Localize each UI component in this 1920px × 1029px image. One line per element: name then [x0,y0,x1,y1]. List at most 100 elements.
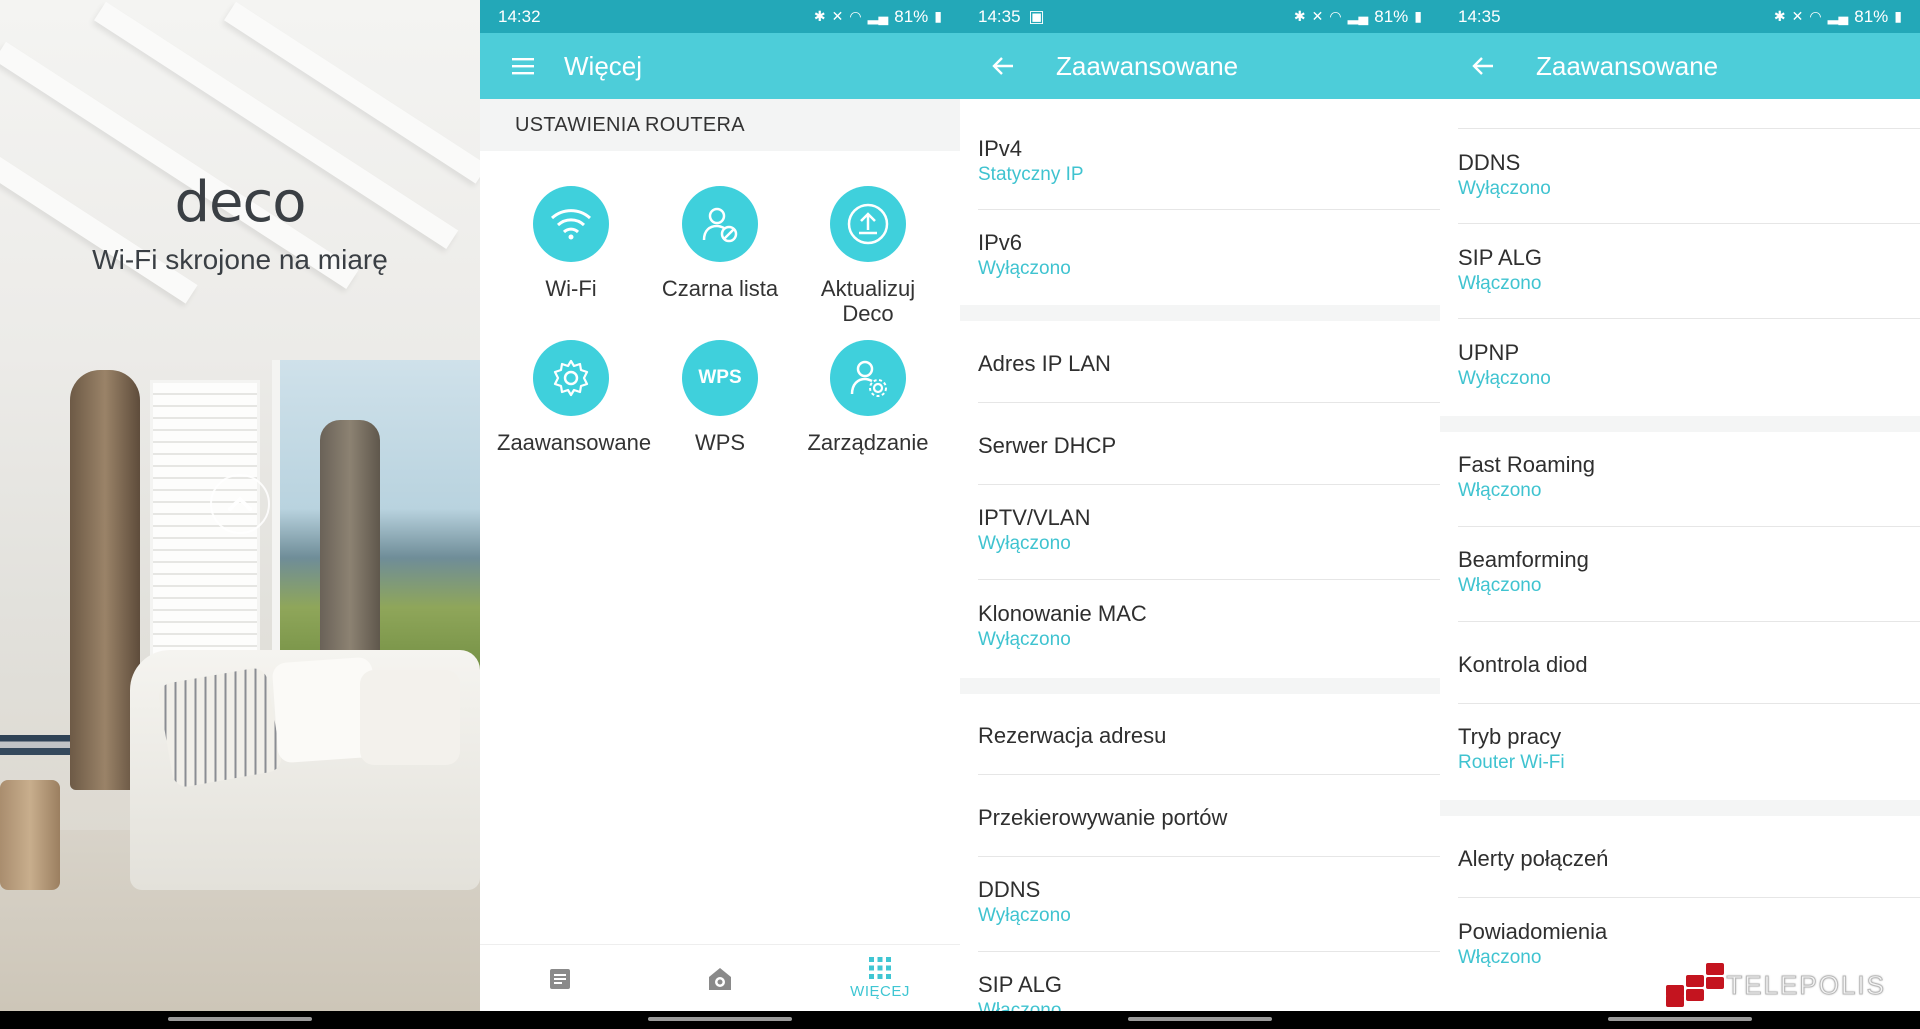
list-item-beamforming[interactable]: Beamforming Włączono [1440,527,1920,622]
list-item-ddns[interactable]: DDNS Wyłączono [960,857,1440,952]
list-item-ipv4[interactable]: IPv4 Statyczny IP [960,99,1440,210]
list-item-address-reservation[interactable]: Rezerwacja adresu [960,694,1440,775]
item-title: Beamforming [1458,547,1589,572]
item-value: Włączono [1458,947,1542,968]
battery-icon: ▮ [934,8,942,24]
list-item-mac-clone[interactable]: Klonowanie MAC Wyłączono [960,580,1440,678]
item-value: Wyłączono [978,905,1071,926]
document-icon [550,968,570,989]
item-title: Kontrola diod [1458,652,1588,677]
item-title: Rezerwacja adresu [978,723,1167,748]
list-item-fast-roaming[interactable]: Fast Roaming Włączono [1440,432,1920,527]
item-title: Tryb pracy [1458,724,1562,749]
signal-icon: ▂▄ [1347,8,1369,24]
list-item-ddns[interactable]: DDNS Wyłączono [1440,129,1920,224]
battery-icon: ▮ [1414,8,1422,24]
list-item-sip-alg[interactable]: SIP ALG Włączono [960,952,1440,1011]
tile-label: Wi-Fi [545,276,597,301]
bluetooth-icon: ✱ [813,8,826,24]
item-title: Serwer DHCP [978,433,1117,458]
status-icons: ✱ ✕ ◠ ▂▄ 81% ▮ [814,7,942,27]
tile-wifi[interactable]: Wi-Fi [497,186,645,301]
system-nav-bar [960,1011,1440,1029]
item-title: Klonowanie MAC [978,601,1147,626]
tile-update-deco[interactable]: Aktualizuj Deco [794,186,942,326]
tile-label: Aktualizuj Deco [820,276,916,326]
list-item-ipv6[interactable]: IPv6 Wyłączono [960,210,1440,305]
screens: deco Wi-Fi skrojone na miarę 14:32 ✱ ✕ ◠… [0,0,1920,1029]
list-item-dhcp[interactable]: Serwer DHCP [960,403,1440,485]
chevron-up-icon [228,496,252,511]
user-gear-icon [830,340,906,416]
wifi-icon [533,186,609,262]
battery-level: 81% [1854,6,1889,26]
system-nav-bar [0,1011,480,1029]
tile-label: WPS [694,430,746,455]
app-bar: Więcej [480,33,960,99]
list-item-operation-mode[interactable]: Tryb pracy Router Wi-Fi [1440,704,1920,800]
deco-logo: deco [174,170,306,235]
list-item-port-forwarding[interactable]: Przekierowywanie portów [960,775,1440,857]
item-value: Wyłączono [978,629,1071,650]
status-time: 14:35 [978,6,1021,26]
back-button[interactable] [1450,33,1516,99]
wifi-status-icon: ◠ [1809,8,1822,24]
tile-advanced[interactable]: Zaawansowane [497,340,651,455]
app-bar: Zaawansowane [960,33,1440,99]
mute-icon: ✕ [1311,8,1324,24]
home-indicator[interactable] [1128,1017,1272,1021]
list-item-connection-alerts[interactable]: Alerty połączeń [1440,816,1920,898]
arrow-left-icon [992,57,1013,75]
item-value: Włączono [1458,273,1542,294]
nav-more[interactable]: WIĘCEJ [800,945,960,1012]
swipe-up-button[interactable] [210,474,270,534]
back-button[interactable] [970,33,1036,99]
section-gap [1440,800,1920,816]
blocked-user-icon [682,186,758,262]
tile-blacklist[interactable]: Czarna lista [646,186,794,301]
tile-label: Czarna lista [661,276,779,301]
list-item-partial[interactable] [1440,99,1920,129]
list-item-iptv[interactable]: IPTV/VLAN Wyłączono [960,485,1440,580]
arrow-left-icon [1472,57,1493,75]
advanced-screen-1: 14:35 ▣ ✱ ✕ ◠ ▂▄ 81% ▮ Zaawansowane IPv4 … [960,0,1440,1029]
item-title: Adres IP LAN [978,351,1111,376]
wps-icon: WPS [682,340,758,416]
tile-wps[interactable]: WPS WPS [646,340,794,455]
tile-management[interactable]: Zarządzanie [794,340,942,455]
mute-icon: ✕ [831,8,844,24]
upload-icon [830,186,906,262]
more-screen: 14:32 ✱ ✕ ◠ ▂▄ 81% ▮ Więcej USTAWIENIA R… [480,0,960,1029]
item-value: Wyłączono [978,258,1071,279]
list-item-led-control[interactable]: Kontrola diod [1440,622,1920,704]
item-title: Powiadomienia [1458,919,1608,944]
signal-icon: ▂▄ [1827,8,1849,24]
list-item-upnp[interactable]: UPNP Wyłączono [1440,319,1920,416]
item-value: Router Wi-Fi [1458,752,1565,773]
section-header: USTAWIENIA ROUTERA [480,99,960,151]
page-title: Zaawansowane [1536,50,1719,81]
status-time: 14:35 [1458,6,1501,26]
settings-list: IPv4 Statyczny IP IPv6 Wyłączono Adres I… [960,99,1440,1011]
list-item-sip-alg[interactable]: SIP ALG Włączono [1440,224,1920,319]
nav-reports[interactable] [480,945,640,1012]
mute-icon: ✕ [1791,8,1804,24]
home-indicator[interactable] [1608,1017,1752,1021]
item-title: DDNS [978,877,1041,902]
battery-level: 81% [894,6,929,26]
status-icons: ✱ ✕ ◠ ▂▄ 81% ▮ [1774,7,1902,27]
item-value: Włączono [1458,480,1542,501]
list-item-lan-ip[interactable]: Adres IP LAN [960,321,1440,403]
home-indicator[interactable] [168,1017,312,1021]
section-gap [1440,416,1920,432]
nav-home[interactable] [640,945,800,1012]
item-value: Włączono [978,1000,1062,1011]
home-indicator[interactable] [648,1017,792,1021]
hamburger-icon [512,58,534,75]
splash-screen: deco Wi-Fi skrojone na miarę [0,0,480,1029]
menu-button[interactable] [490,33,556,99]
gear-icon [533,340,609,416]
status-bar: 14:32 ✱ ✕ ◠ ▂▄ 81% ▮ [480,0,960,33]
battery-icon: ▮ [1894,8,1902,24]
tagline: Wi-Fi skrojone na miarę [92,244,388,275]
